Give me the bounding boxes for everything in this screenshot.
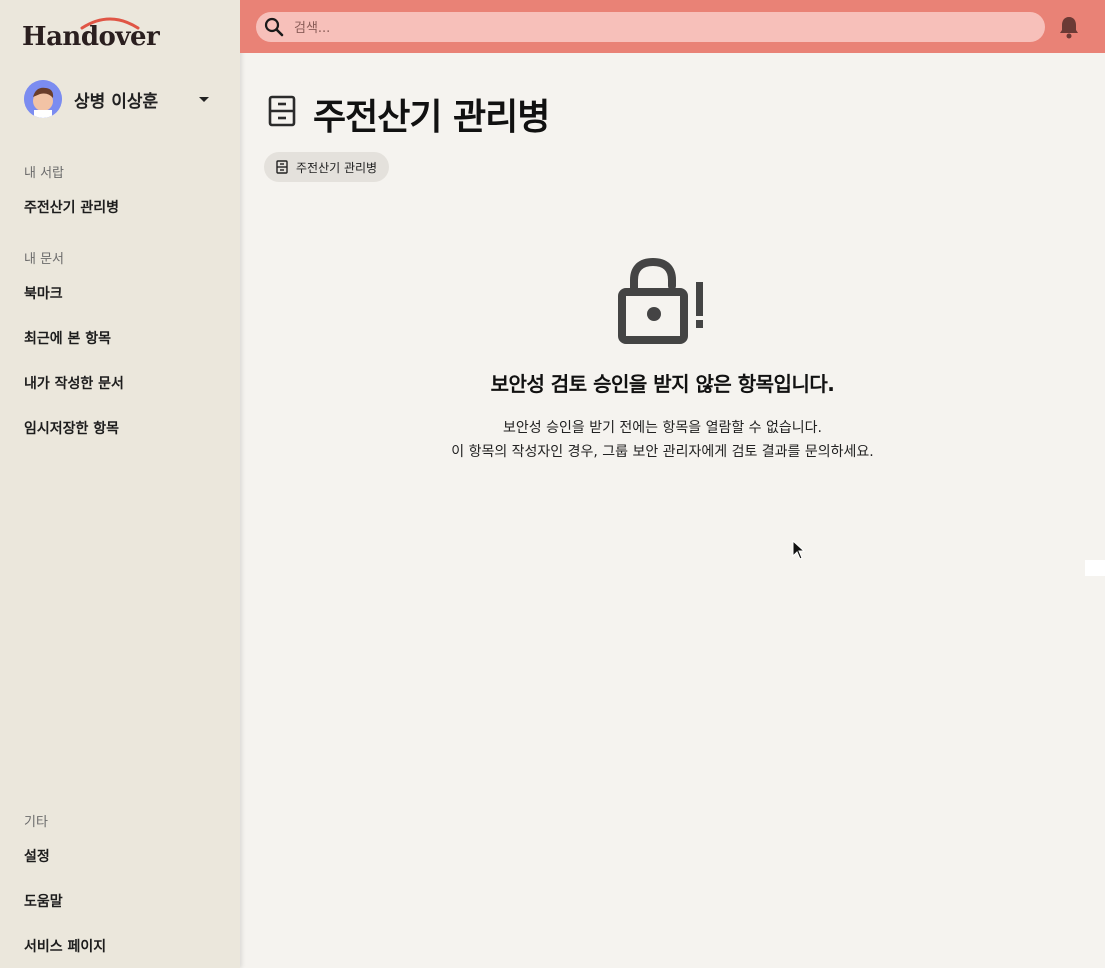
user-name: 상병 이상훈 xyxy=(74,91,159,112)
breadcrumb-chip[interactable]: 주전산기 관리병 xyxy=(264,152,390,182)
chevron-down-icon[interactable] xyxy=(199,96,209,102)
section-label-other: 기타 xyxy=(24,815,48,830)
search-input[interactable] xyxy=(292,12,1036,44)
search-icon xyxy=(264,17,284,37)
section-label-drawer: 내 서랍 xyxy=(24,166,65,181)
top-bar xyxy=(240,0,1105,53)
sidebar-item-recent[interactable]: 최근에 본 항목 xyxy=(24,328,111,348)
cabinet-icon xyxy=(268,95,296,127)
section-label-documents: 내 문서 xyxy=(24,252,65,267)
message-title: 보안성 검토 승인을 받지 않은 항목입니다. xyxy=(490,372,835,396)
sidebar: Handover 상병 이상훈 내 서랍 주전산기 관리병 내 문서 북마크 최… xyxy=(0,0,240,968)
unlock-alert-icon xyxy=(618,258,703,344)
breadcrumb-label: 주전산기 관리병 xyxy=(296,160,378,175)
edge-tab[interactable] xyxy=(1085,560,1105,576)
logo[interactable]: Handover xyxy=(22,14,172,54)
page-title: 주전산기 관리병 xyxy=(313,97,550,138)
message-line-2: 이 항목의 작성자인 경우, 그룹 보안 관리자에게 검토 결과를 문의하세요. xyxy=(451,444,874,460)
sidebar-item-service-page[interactable]: 서비스 페이지 xyxy=(24,936,106,956)
sidebar-item-settings[interactable]: 설정 xyxy=(24,846,50,866)
cabinet-icon xyxy=(276,160,288,174)
search-box[interactable] xyxy=(256,12,1045,44)
bell-icon[interactable] xyxy=(1058,15,1080,39)
user-menu[interactable]: 상병 이상훈 xyxy=(24,80,219,118)
sidebar-item-help[interactable]: 도움말 xyxy=(24,891,63,911)
avatar xyxy=(24,80,62,118)
message-line-1: 보안성 승인을 받기 전에는 항목을 열람할 수 없습니다. xyxy=(503,420,822,436)
logo-text: Handover xyxy=(22,22,160,52)
avatar-image-icon xyxy=(24,80,62,118)
mouse-cursor-icon xyxy=(792,540,806,560)
sidebar-item-drawer-main[interactable]: 주전산기 관리병 xyxy=(24,197,119,217)
sidebar-item-bookmarks[interactable]: 북마크 xyxy=(24,283,63,303)
